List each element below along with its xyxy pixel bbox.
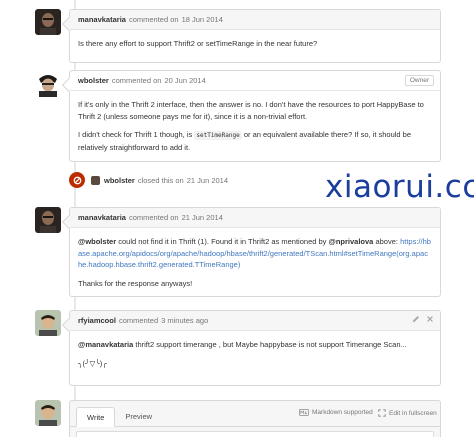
comment-date[interactable]: 3 minutes ago: [161, 316, 208, 325]
comment-action: commented on: [128, 15, 179, 24]
comment-4: rfyiamcool commented 3 minutes ago @mana…: [61, 310, 441, 386]
comment-action: commented on: [128, 213, 179, 222]
comment-paragraph-2: I didn't check for Thrift 1 though, is s…: [78, 129, 432, 153]
markdown-icon: [299, 409, 309, 416]
pencil-icon[interactable]: [412, 315, 420, 325]
circle-slash-icon: [69, 172, 85, 188]
comment-text: could not find it in Thrift (1). Found i…: [118, 237, 327, 246]
comment-header: manavkataria commented on 21 Jun 2014: [70, 208, 440, 228]
comment-action: commented on: [111, 76, 162, 85]
event-date[interactable]: 21 Jun 2014: [187, 176, 228, 185]
comment-emoticon: ╮(╯▽╰)╭: [78, 358, 107, 368]
event-author[interactable]: wbolster: [104, 176, 135, 185]
tab-preview[interactable]: Preview: [115, 406, 162, 426]
markdown-label: Markdown supported: [312, 409, 373, 416]
comment-actions: [412, 315, 434, 325]
comment-paragraph-2: Thanks for the response anyways!: [78, 278, 193, 288]
comment-1: manavkataria commented on 18 Jun 2014 Is…: [61, 9, 441, 63]
comment-body: Is there any effort to support Thrift2 o…: [70, 30, 440, 58]
closed-event: wbolster closed this on 21 Jun 2014: [69, 171, 228, 189]
screen-full-icon: [378, 409, 386, 417]
avatar-rfyiamcool-2[interactable]: [35, 400, 61, 426]
event-action: closed this on: [137, 175, 184, 185]
comment-3: manavkataria commented on 21 Jun 2014 @w…: [61, 207, 441, 297]
comment-author[interactable]: rfyiamcool: [78, 316, 116, 325]
comment-paragraph-1: If it's only in the Thrift 2 interface, …: [78, 100, 424, 121]
user-mention[interactable]: @manavkataria: [78, 340, 133, 349]
comment-body: @wbolster could not find it in Thrift (1…: [70, 228, 440, 297]
comment-2: wbolster commented on 20 Jun 2014 Owner …: [61, 70, 441, 162]
comment-date[interactable]: 18 Jun 2014: [182, 15, 223, 24]
inline-code: setTimeRange: [194, 131, 242, 140]
comment-paragraph-1: @wbolster could not find it in Thrift (1…: [78, 236, 432, 271]
fullscreen-button[interactable]: Edit in fullscreen: [378, 409, 437, 417]
owner-badge: Owner: [404, 75, 434, 86]
x-icon[interactable]: [426, 315, 434, 325]
tab-write[interactable]: Write: [76, 407, 116, 427]
comment-textarea[interactable]: [76, 431, 434, 437]
user-mention[interactable]: @wbolster: [78, 237, 116, 246]
comment-text: thrift2 support timerange , but Maybe ha…: [135, 340, 407, 349]
comment-header: rfyiamcool commented 3 minutes ago: [70, 311, 440, 331]
comment-paragraph-1: @manavkataria thrift2 support timerange …: [78, 339, 432, 351]
comment-body: If it's only in the Thrift 2 interface, …: [70, 91, 440, 161]
comment-text: I didn't check for Thrift 1 though, is: [78, 130, 193, 139]
comment-date[interactable]: 21 Jun 2014: [182, 213, 223, 222]
watermark-text: xiaorui.cc: [325, 169, 474, 205]
fullscreen-label: Edit in fullscreen: [389, 409, 437, 417]
comment-text: above:: [375, 237, 398, 246]
comment-author[interactable]: manavkataria: [78, 213, 126, 222]
comment-author[interactable]: wbolster: [78, 76, 109, 85]
avatar-manavkataria-1[interactable]: [35, 9, 61, 35]
comment-action: commented: [118, 316, 159, 325]
comment-date[interactable]: 20 Jun 2014: [164, 76, 205, 85]
event-avatar[interactable]: [91, 175, 100, 185]
avatar-rfyiamcool-1[interactable]: [35, 310, 61, 336]
comment-header: manavkataria commented on 18 Jun 2014: [70, 10, 440, 30]
markdown-hint[interactable]: Markdown supported: [299, 409, 373, 416]
user-mention[interactable]: @nprivalova: [329, 237, 374, 246]
new-comment-form: Write Preview Markdown supported Edit in…: [69, 400, 441, 437]
comment-text: Is there any effort to support Thrift2 o…: [78, 39, 318, 48]
comment-header: wbolster commented on 20 Jun 2014 Owner: [70, 71, 440, 91]
comment-author[interactable]: manavkataria: [78, 15, 126, 24]
avatar-wbolster[interactable]: [35, 71, 61, 97]
avatar-manavkataria-2[interactable]: [35, 207, 61, 233]
comment-body: @manavkataria thrift2 support timerange …: [70, 331, 440, 377]
